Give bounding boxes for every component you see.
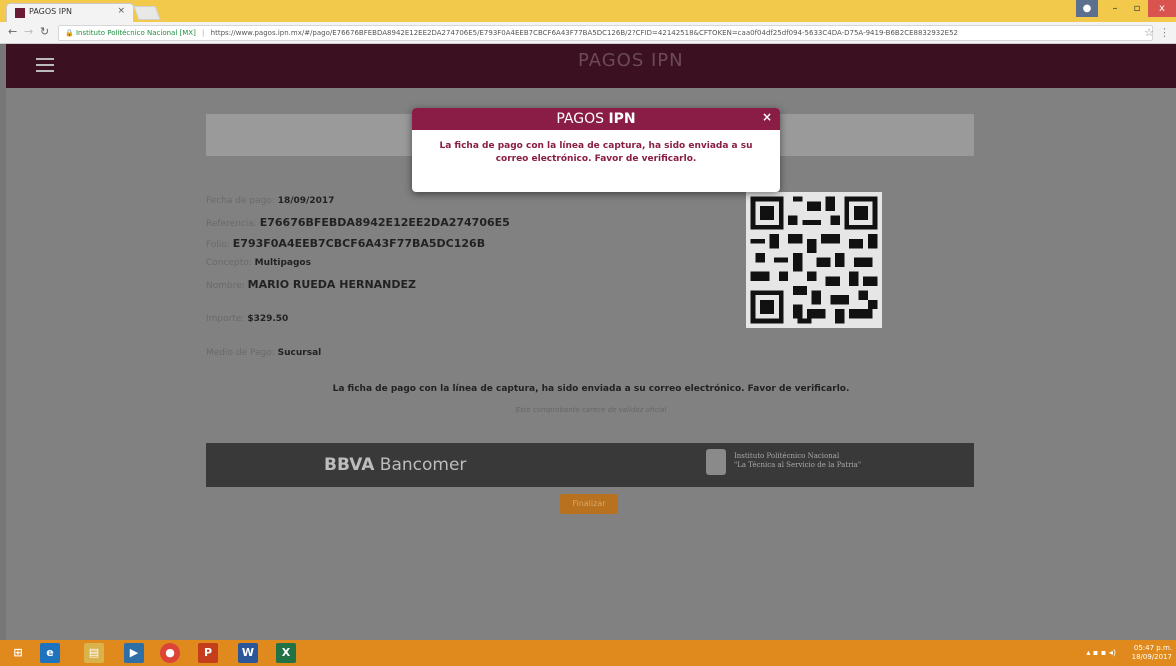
sponsor-footer: BBVA Bancomer Instituto Politécnico Naci… [206,443,974,487]
excel-icon[interactable]: X [276,643,296,663]
bank-name-rest: Bancomer [374,455,467,475]
taskbar-clock[interactable]: 05:47 p.m. 18/09/2017 [1132,644,1172,662]
qr-code [746,192,882,328]
clock-date: 18/09/2017 [1131,653,1172,661]
modal-title-bold: IPN [608,111,636,127]
browser-titlebar: PAGOS IPN × ● – ▫ x [0,0,1176,22]
ipn-logo-text: Instituto Politécnico Nacional "La Técni… [734,452,861,470]
forward-arrow-icon[interactable]: → [24,25,33,38]
address-separator: | [202,29,205,37]
field-value: 18/09/2017 [277,196,335,206]
disclaimer-text: Este comprobante carece de validez ofici… [515,406,667,414]
media-player-icon[interactable]: ▶ [124,643,144,663]
word-icon[interactable]: W [238,643,258,663]
tab-close-icon[interactable]: × [117,6,125,16]
site-identity: Instituto Politécnico Nacional [MX] [75,29,196,37]
field-importe: Importe: $329.50 [206,314,288,324]
field-label: Importe: [206,314,245,324]
field-concepto: Concepto: Multipagos [206,258,311,268]
modal-title: PAGOS IPN [412,108,780,130]
field-fecha: Fecha de pago: 18/09/2017 [206,196,334,206]
field-medio-pago: Medio de Pago: Sucursal [206,348,321,358]
window-controls: ● – ▫ x [1076,0,1176,18]
field-label: Concepto: [206,258,252,268]
new-tab-button[interactable] [133,6,161,20]
lock-icon: 🔒 [65,29,74,37]
bbva-logo: BBVA Bancomer [324,455,466,475]
field-value: $329.50 [247,314,289,324]
finalize-button[interactable]: Finalizar [560,494,618,514]
modal-close-icon[interactable]: × [762,110,772,124]
internet-explorer-icon[interactable]: e [40,643,60,663]
reload-icon[interactable]: ↻ [40,25,49,38]
header-logo: PAGOS IPN [578,50,684,71]
file-explorer-icon[interactable]: ▤ [84,643,104,663]
windows-taskbar: ⊞ e ▤ ▶ ● P W X ▴ ▪ ▪ ◂) 05:47 p.m. 18/0… [0,640,1176,666]
close-window-button[interactable]: x [1148,0,1176,17]
field-folio: Folio: E793F0A4EEB7CBCF6A43F77BA5DC126B [206,237,485,250]
notice-text: La ficha de pago con la línea de captura… [332,384,850,394]
field-label: Folio: [206,240,230,250]
field-label: Fecha de pago: [206,196,275,206]
notification-modal: PAGOS IPN × La ficha de pago con la líne… [412,108,780,192]
page-content: PAGOS IPN Compra pendiente Fecha de pago… [6,44,1176,640]
field-nombre: Nombre: MARIO RUEDA HERNANDEZ [206,278,416,291]
site-header: PAGOS IPN [6,44,1176,88]
field-value: E793F0A4EEB7CBCF6A43F77BA5DC126B [232,237,486,250]
institution-name: Instituto Politécnico Nacional [734,452,840,460]
powerpoint-icon[interactable]: P [198,643,218,663]
field-value: MARIO RUEDA HERNANDEZ [247,278,417,291]
field-value: Multipagos [254,258,311,268]
tab-favicon-icon [15,8,25,18]
browser-tab[interactable]: PAGOS IPN × [6,3,134,22]
system-tray[interactable]: ▴ ▪ ▪ ◂) [1086,648,1116,657]
modal-title-light: PAGOS [556,111,609,127]
hamburger-menu-icon[interactable] [36,58,54,72]
maximize-button[interactable]: ▫ [1126,0,1148,17]
field-label: Medio de Pago: [206,348,275,358]
address-bar[interactable]: 🔒 Instituto Politécnico Nacional [MX] | … [58,25,1153,41]
menu-kebab-icon[interactable]: ⋮ [1159,26,1170,39]
bank-name-bold: BBVA [324,455,375,475]
back-arrow-icon[interactable]: ← [8,25,17,38]
field-label: Referencia: [206,219,257,229]
modal-message: La ficha de pago con la línea de captura… [439,141,753,164]
institution-motto: "La Técnica al Servicio de la Patria" [734,461,862,469]
minimize-button[interactable]: – [1104,0,1126,17]
ipn-seal-icon [706,449,726,475]
field-value: Sucursal [277,348,322,358]
user-profile-icon[interactable]: ● [1076,0,1098,17]
modal-header: PAGOS IPN × [412,108,780,130]
browser-toolbar: ← → ↻ 🔒 Instituto Politécnico Nacional [… [0,22,1176,44]
bookmark-star-icon[interactable]: ☆ [1144,26,1154,39]
clock-time: 05:47 p.m. [1133,644,1172,652]
address-url: https://www.pagos.ipn.mx/#/pago/E76676BF… [210,29,959,37]
windows-start-icon[interactable]: ⊞ [8,643,28,663]
tab-title: PAGOS IPN [29,7,72,16]
field-value: E76676BFEBDA8942E12EE2DA274706E5 [259,216,510,229]
chrome-icon[interactable]: ● [160,643,180,663]
field-label: Nombre: [206,281,245,291]
field-referencia: Referencia: E76676BFEBDA8942E12EE2DA2747… [206,216,510,229]
